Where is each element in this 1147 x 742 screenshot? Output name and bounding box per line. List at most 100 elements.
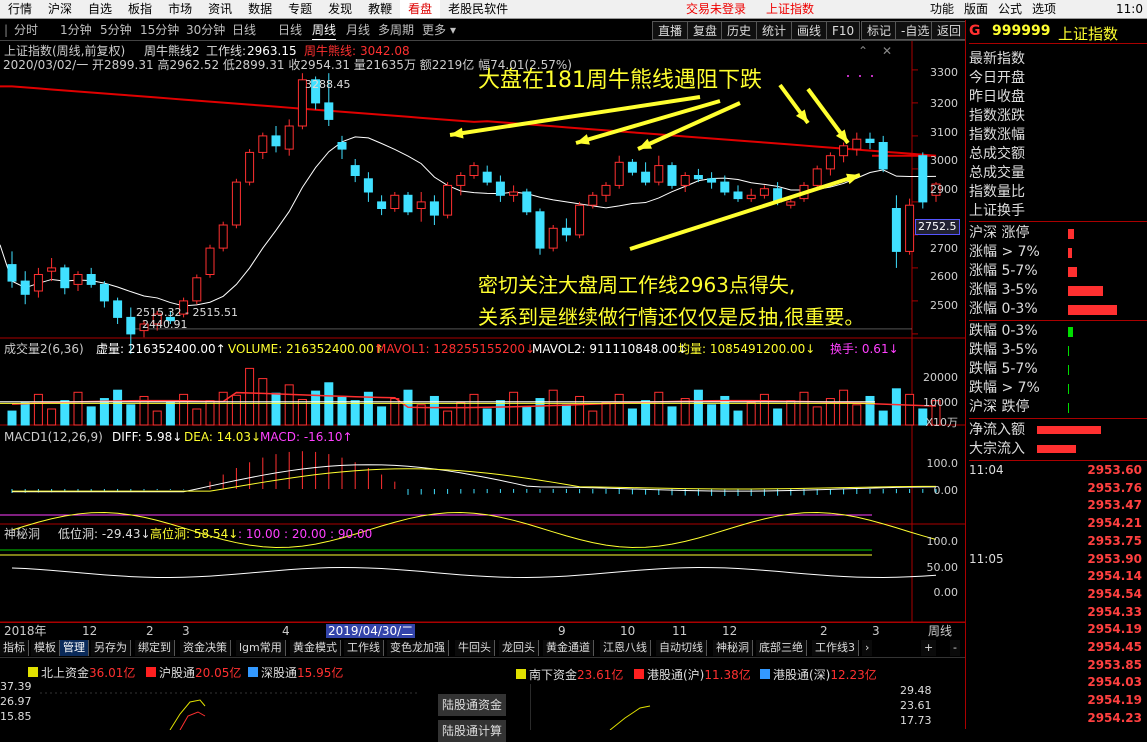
candle-body bbox=[786, 201, 796, 206]
signal-dot bbox=[847, 75, 849, 77]
period-15min[interactable]: 15分钟 bbox=[140, 22, 179, 40]
candle-body bbox=[535, 211, 545, 249]
menu-item-banzhi[interactable]: 板指 bbox=[120, 0, 160, 18]
menu-item-zixuan[interactable]: 自选 bbox=[80, 0, 120, 18]
volume-bar bbox=[284, 384, 294, 426]
volume-bar bbox=[218, 391, 228, 426]
tab-lgm[interactable]: lgm常用 bbox=[236, 640, 286, 656]
period-1min[interactable]: 1分钟 bbox=[60, 22, 92, 40]
candle-body bbox=[350, 165, 360, 176]
period-week[interactable]: 周线 bbox=[312, 22, 337, 40]
tick-price: 2954.19 bbox=[1087, 622, 1142, 637]
login-status[interactable]: 交易未登录 bbox=[678, 0, 754, 18]
annotation-arrowhead bbox=[846, 173, 860, 185]
tab-manage[interactable]: 管理 bbox=[60, 640, 89, 656]
dist-down-bar bbox=[1068, 403, 1069, 413]
menu-item-jiaobian[interactable]: 教鞭 bbox=[360, 0, 400, 18]
candle-body bbox=[245, 151, 255, 183]
candle-body bbox=[522, 191, 532, 213]
myst-tick-0: 0.00 bbox=[933, 586, 959, 599]
tab-work-line-3[interactable]: 工作线3 bbox=[812, 640, 859, 656]
volume-bar bbox=[179, 393, 189, 426]
period-day[interactable]: 日线 bbox=[278, 22, 302, 40]
period-30min[interactable]: 30分钟 bbox=[186, 22, 225, 40]
stats-button[interactable]: 统计 bbox=[756, 21, 793, 40]
main-indicator-name[interactable]: 周牛熊线2 bbox=[144, 44, 200, 58]
volume-bar bbox=[733, 410, 743, 426]
tab-fund-decision[interactable]: 资金决策 bbox=[180, 640, 231, 656]
tab-work-line[interactable]: 工作线 bbox=[344, 640, 384, 656]
tab-bull-back[interactable]: 牛回头 bbox=[455, 640, 495, 656]
tab-mystery-hole[interactable]: 神秘洞 bbox=[713, 640, 753, 656]
menu-item-zhuanti[interactable]: 专题 bbox=[280, 0, 320, 18]
menu-item-laogumin[interactable]: 老股民软件 bbox=[440, 0, 516, 18]
macd-title[interactable]: MACD1(12,26,9) bbox=[4, 430, 103, 444]
volume-bar bbox=[60, 400, 70, 426]
south-capital-legend: 南下资金23.61亿 bbox=[516, 668, 623, 682]
tab-remove-button[interactable]: - bbox=[950, 640, 960, 656]
mystery-title[interactable]: 神秘洞 bbox=[4, 527, 40, 541]
more-dropdown-icon[interactable]: ▾ bbox=[450, 22, 456, 40]
tab-add-button[interactable]: + bbox=[921, 640, 937, 656]
menu-item-hangqing[interactable]: 行情 bbox=[0, 0, 40, 18]
period-more[interactable]: 更多 bbox=[422, 22, 446, 40]
menu-item-shuju[interactable]: 数据 bbox=[240, 0, 280, 18]
tab-save-as[interactable]: 另存为 bbox=[91, 640, 131, 656]
tab-chameleon[interactable]: 变色龙加强 bbox=[387, 640, 449, 656]
macd-value-label: MACD: -16.10↑ bbox=[260, 430, 353, 444]
review-button[interactable]: 复盘 bbox=[687, 21, 724, 40]
tab-indicator[interactable]: 指标 bbox=[0, 640, 29, 656]
chevron-up-icon[interactable]: ⌃ bbox=[858, 44, 868, 58]
high-price-label: 3288.45 bbox=[305, 78, 351, 91]
hk-connect-calc-button[interactable]: 陆股通计算 bbox=[438, 720, 507, 742]
volume-title[interactable]: 成交量2(6,36) bbox=[4, 342, 84, 356]
tab-gold-mode[interactable]: 黄金模式 bbox=[290, 640, 341, 656]
add-watchlist-button[interactable]: -自选 bbox=[895, 21, 936, 40]
right-axis-mid: 23.61 bbox=[900, 699, 932, 712]
tab-template[interactable]: 模板 bbox=[31, 640, 60, 656]
candle-body bbox=[99, 283, 109, 302]
tab-bind-to[interactable]: 绑定到 bbox=[135, 640, 175, 656]
moving-average-line bbox=[0, 136, 937, 307]
menu-item-hushen[interactable]: 沪深 bbox=[40, 0, 80, 18]
low-price-label: 2440.91 bbox=[142, 318, 188, 331]
candle-body bbox=[509, 191, 519, 196]
tab-bottom-three[interactable]: 底部三绝 bbox=[756, 640, 807, 656]
back-button[interactable]: 返回 bbox=[931, 21, 968, 40]
menu-item-shichang[interactable]: 市场 bbox=[160, 0, 200, 18]
tab-scroll-right-icon[interactable]: › bbox=[862, 640, 873, 656]
dist-up-bar bbox=[1068, 267, 1078, 277]
macd-tick-100: 100.0 bbox=[926, 457, 959, 470]
menu-item-zixun[interactable]: 资讯 bbox=[200, 0, 240, 18]
y-tick-2500: 2500 bbox=[930, 299, 958, 312]
period-60min[interactable]: 日线 bbox=[232, 22, 256, 40]
myst-tick-100: 100.0 bbox=[926, 535, 959, 548]
period-month[interactable]: 月线 bbox=[346, 22, 370, 40]
candle-body bbox=[905, 204, 915, 252]
x-label-2018: 2018年 bbox=[4, 624, 47, 638]
menu-options[interactable]: 选项 bbox=[1024, 0, 1064, 18]
period-fenshi[interactable]: 分时 bbox=[14, 22, 38, 40]
dist-up-bar bbox=[1068, 229, 1075, 239]
tick-price: 2953.90 bbox=[1087, 551, 1142, 566]
menu-item-kanpan[interactable]: 看盘 bbox=[400, 0, 441, 18]
volume-bar bbox=[126, 404, 136, 426]
dist-down-bar bbox=[1068, 327, 1073, 337]
work-line-value: 2963.15 bbox=[247, 44, 297, 58]
live-button[interactable]: 直播 bbox=[652, 21, 689, 40]
history-button[interactable]: 历史 bbox=[721, 21, 758, 40]
period-multi[interactable]: 多周期 bbox=[378, 22, 414, 40]
tab-auto-tangent[interactable]: 自动切线 bbox=[656, 640, 707, 656]
left-axis-low: 15.85 bbox=[0, 710, 32, 723]
f10-button[interactable]: F10 bbox=[826, 21, 861, 40]
mark-button[interactable]: 标记 bbox=[861, 21, 898, 40]
close-icon[interactable]: ✕ bbox=[882, 44, 892, 58]
tab-gann-lines[interactable]: 江恩八线 bbox=[600, 640, 651, 656]
menu-item-faxian[interactable]: 发现 bbox=[320, 0, 360, 18]
draw-line-button[interactable]: 画线 bbox=[791, 21, 828, 40]
hk-connect-fund-button[interactable]: 陆股通资金 bbox=[438, 694, 507, 716]
period-5min[interactable]: 5分钟 bbox=[100, 22, 132, 40]
tab-dragon-back[interactable]: 龙回头 bbox=[499, 640, 539, 656]
dist-up-bar bbox=[1068, 248, 1072, 258]
tab-gold-channel[interactable]: 黄金通道 bbox=[543, 640, 594, 656]
